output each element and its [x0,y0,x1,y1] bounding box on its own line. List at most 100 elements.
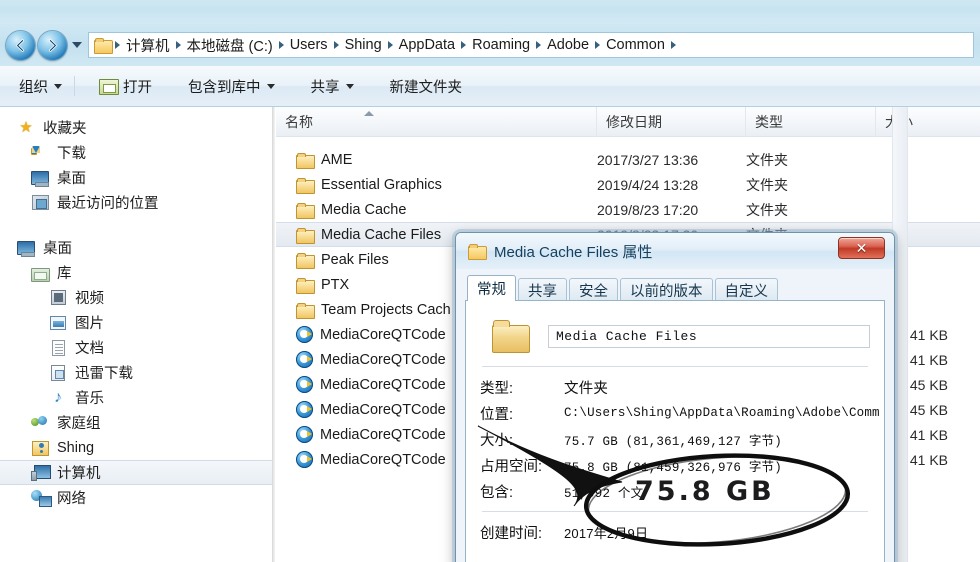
folder-icon [296,277,315,294]
file-type-cell: 文件夹 [746,201,788,218]
open-folder-icon [99,78,119,95]
file-name-cell: PTX [296,277,349,294]
chevron-down-icon [72,42,82,48]
forward-button[interactable] [38,30,67,60]
breadcrumb-item-2[interactable]: Users [286,36,332,54]
tab-customize[interactable]: 自定义 [714,278,778,301]
nav-item-label: 家庭组 [57,416,101,432]
file-name-text: Media Cache [321,201,407,218]
folder-icon [296,177,315,194]
tab-security[interactable]: 安全 [569,278,618,301]
recent-pages-dropdown-button[interactable] [69,35,85,55]
pane-splitter[interactable] [272,107,275,562]
file-name-text: MediaCoreQTCode [320,401,446,418]
toolbar-share-button[interactable]: 共享 [302,71,363,101]
file-name-text: MediaCoreQTCode [320,376,446,393]
breadcrumb-item-1[interactable]: 本地磁盘 (C:) [183,34,277,57]
nav-item-user-shing[interactable]: Shing [0,435,272,460]
close-icon[interactable]: ✕ [838,237,885,259]
folder-name-input[interactable]: Media Cache Files [548,324,870,348]
tab-label: 常规 [477,282,506,298]
folder-icon [296,302,315,319]
nav-item-desktop-fav[interactable]: 桌面 [0,165,272,190]
toolbar-include-in-library-label: 包含到库中 [188,79,261,96]
column-header-type[interactable]: 类型 [746,107,876,137]
tab-label: 以前的版本 [630,283,703,300]
star-icon: ★ [19,119,33,136]
nav-item-computer[interactable]: 计算机 [0,460,272,485]
toolbar-new-folder-button[interactable]: 新建文件夹 [381,71,472,101]
sort-ascending-icon [364,111,374,116]
file-date-cell: 2019/4/24 13:28 [597,176,699,193]
property-label: 创建时间: [480,525,543,542]
back-button[interactable] [6,30,35,60]
folder-properties-dialog[interactable]: Media Cache Files 属性 ✕ 常规 共享 安全 以前的版本 自定… [455,232,895,562]
nav-item-label: 网络 [57,491,86,507]
nav-item-label: Shing [57,439,95,456]
breadcrumb-item-4[interactable]: AppData [395,36,459,54]
file-name-cell: MediaCoreQTCode [296,326,446,343]
nav-item-downloads[interactable]: 下载 [0,140,272,165]
nav-item-homegroup[interactable]: 家庭组 [0,410,272,435]
toolbar-include-in-library-button[interactable]: 包含到库中 [179,71,284,101]
picture-icon [48,314,68,332]
folder-icon [468,244,487,260]
quicktime-codec-icon [296,451,313,468]
nav-item-xunlei-download[interactable]: 迅雷下载 [0,360,272,385]
network-icon [30,489,52,507]
dialog-titlebar[interactable]: Media Cache Files 属性 ✕ [456,233,894,269]
nav-item-favorites[interactable]: ★ 收藏夹 [0,115,272,140]
breadcrumb-item-0[interactable]: 计算机 [122,34,174,57]
tab-previous-versions[interactable]: 以前的版本 [620,278,713,301]
folder-icon [296,152,315,169]
column-header-name-label: 名称 [285,114,313,130]
nav-item-recent-places[interactable]: 最近访问的位置 [0,190,272,215]
column-header-date[interactable]: 修改日期 [597,107,746,137]
file-name-text: AME [321,151,353,168]
table-row[interactable]: AME 2017/3/27 13:36 文件夹 [276,147,980,172]
divider [482,366,868,367]
breadcrumb-item-3[interactable]: Shing [341,36,386,54]
xunlei-download-icon [48,364,68,382]
file-name-text: MediaCoreQTCode [320,451,446,468]
column-header-type-label: 类型 [755,114,783,130]
column-header-name[interactable]: 名称 [276,107,597,137]
address-bar: 计算机 本地磁盘 (C:) Users Shing AppData Roamin… [0,24,980,66]
toolbar-open-button[interactable]: 打开 [90,71,161,101]
nav-item-libraries[interactable]: 库 [0,260,272,285]
toolbar-organize-button[interactable]: 组织 [10,71,71,101]
nav-item-label: 计算机 [57,466,101,482]
folder-icon [492,320,530,353]
file-name-cell: Media Cache [296,201,407,219]
folder-name-value: Media Cache Files [556,328,698,344]
nav-item-network[interactable]: 网络 [0,485,272,510]
property-label: 类型: [480,380,514,397]
breadcrumb-item-6[interactable]: Adobe [543,36,593,54]
nav-item-label: 文档 [75,341,104,357]
chevron-down-icon [345,83,354,89]
navigation-pane[interactable]: ★ 收藏夹 下载 桌面 最近访问的位置 桌面 库 视频 图片 文档 迅雷下载 ♪… [0,107,272,562]
nav-item-music[interactable]: ♪ 音乐 [0,385,272,410]
tab-label: 安全 [579,283,608,300]
quicktime-codec-icon [296,426,313,443]
breadcrumb-item-5[interactable]: Roaming [468,36,534,54]
quicktime-codec-icon [296,326,313,343]
divider [482,511,868,512]
nav-item-videos[interactable]: 视频 [0,285,272,310]
tab-sharing[interactable]: 共享 [518,278,567,301]
property-row-location: 位置: C:\Users\Shing\AppData\Roaming\Adobe… [480,400,880,426]
breadcrumb-item-7[interactable]: Common [602,36,669,54]
table-row[interactable]: Media Cache 2019/8/23 17:20 文件夹 [276,197,980,222]
nav-item-pictures[interactable]: 图片 [0,310,272,335]
desktop-icon [30,169,50,187]
nav-item-desktop-root[interactable]: 桌面 [0,235,272,260]
nav-item-documents[interactable]: 文档 [0,335,272,360]
file-name-text: Team Projects Cach [321,301,451,318]
tab-general[interactable]: 常规 [467,275,516,301]
table-row[interactable]: Essential Graphics 2019/4/24 13:28 文件夹 [276,172,980,197]
folder-icon [296,252,315,269]
breadcrumb[interactable]: 计算机 本地磁盘 (C:) Users Shing AppData Roamin… [88,32,974,58]
file-name-cell: MediaCoreQTCode [296,451,446,468]
property-label: 位置: [480,406,514,423]
folder-icon [296,202,315,219]
